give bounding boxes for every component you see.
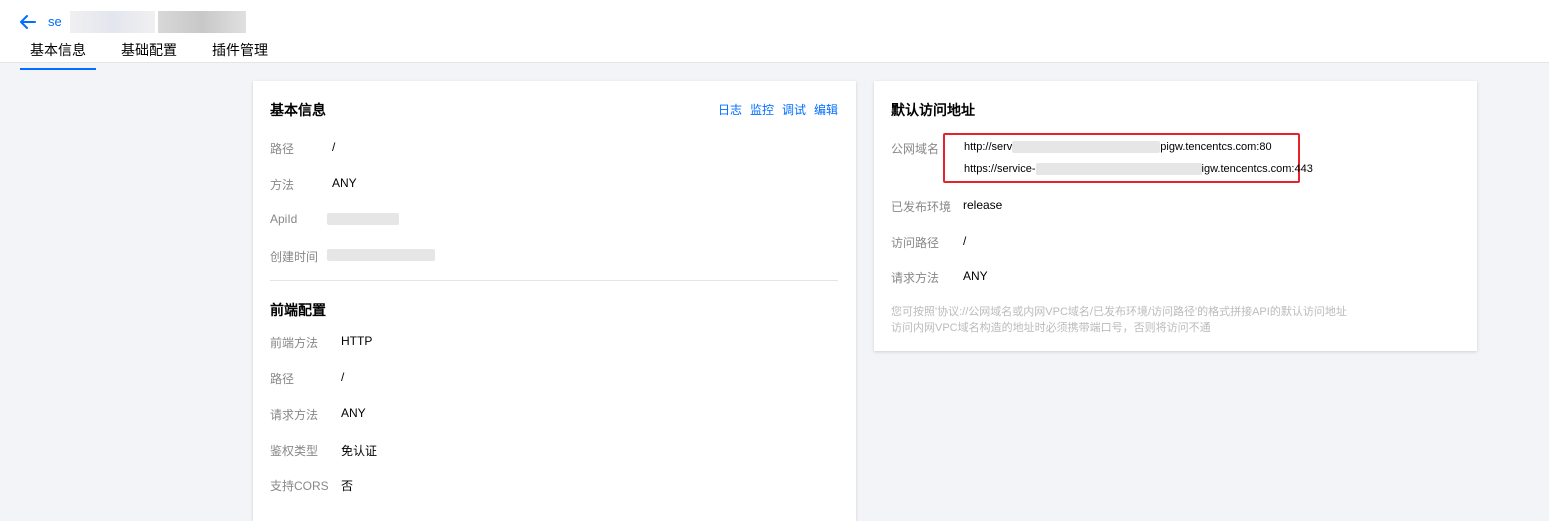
redacted-service-name [70, 11, 155, 33]
help-note-line1: 您可按照'协议://公网域名或内网VPC域名/已发布环境/访问路径'的格式拼接A… [891, 306, 1347, 318]
field-label: 已发布环境 [891, 200, 952, 214]
field-value: 否 [341, 479, 354, 493]
tab-bar: 基本信息 基础配置 插件管理 [20, 38, 293, 70]
tab-plugin-management[interactable]: 插件管理 [202, 38, 278, 70]
top-bar: se 基本信息 基础配置 插件管理 [0, 0, 1549, 70]
url-https-suffix: igw.tencentcs.com:443 [1201, 163, 1313, 175]
basic-info-actions: 日志 监控 调试 编辑 [710, 101, 838, 118]
field-method: 方法 ANY [270, 176, 357, 193]
field-cors: 支持CORS 否 [270, 477, 353, 494]
url-http-suffix: pigw.tencentcs.com:80 [1160, 141, 1272, 153]
field-request-method: 请求方法 ANY [891, 269, 988, 286]
field-value: ANY [332, 176, 357, 190]
field-published-env: 已发布环境 release [891, 198, 1002, 215]
field-value: / [332, 140, 336, 154]
field-label: 访问路径 [891, 236, 940, 250]
back-arrow-icon[interactable] [18, 12, 38, 32]
field-created-time: 创建时间 [270, 248, 435, 265]
field-label: ApiId [270, 212, 298, 226]
url-http-prefix: http://serv [964, 141, 1013, 153]
field-apiid: ApiId [270, 212, 399, 226]
field-frontend-method: 前端方法 HTTP [270, 334, 372, 351]
basic-info-card: 基本信息 日志 监控 调试 编辑 路径 / 方法 ANY ApiId 创建时间 … [253, 81, 856, 521]
default-access-card: 默认访问地址 公网域名 http://serv pigw.tencentcs.c… [874, 81, 1477, 351]
field-value: HTTP [341, 334, 373, 348]
field-value: release [963, 198, 1003, 212]
service-name[interactable]: se [48, 14, 62, 29]
field-value: / [963, 234, 967, 248]
field-frontend-path: 路径 / [270, 370, 344, 387]
field-value: ANY [963, 269, 988, 283]
tab-basic-info[interactable]: 基本信息 [20, 38, 96, 70]
field-label: 请求方法 [270, 408, 319, 422]
field-value: ANY [341, 406, 366, 420]
field-label: 方法 [270, 178, 295, 192]
field-value: 免认证 [341, 444, 378, 458]
monitor-link[interactable]: 监控 [750, 101, 774, 118]
field-label: 鉴权类型 [270, 444, 319, 458]
field-label: 前端方法 [270, 336, 319, 350]
debug-link[interactable]: 调试 [782, 101, 806, 118]
redacted-created-time [327, 249, 435, 261]
field-path: 路径 / [270, 140, 335, 157]
redacted-url-part [1012, 141, 1161, 153]
frontend-config-title: 前端配置 [270, 302, 326, 318]
redacted-apiid [327, 213, 399, 225]
redacted-url-part [1035, 163, 1202, 175]
url-https-prefix: https://service- [964, 163, 1036, 175]
log-link[interactable]: 日志 [718, 101, 742, 118]
field-label: 请求方法 [891, 271, 940, 285]
field-value: / [341, 370, 345, 384]
url-https[interactable]: https://service- igw.tencentcs.com:443 [964, 163, 1313, 175]
field-label: 路径 [270, 142, 295, 156]
tab-basic-config[interactable]: 基础配置 [111, 38, 187, 70]
help-note-line2: 访问内网VPC域名构造的地址时必须携带端口号，否则将访问不通 [891, 322, 1211, 334]
field-auth-type: 鉴权类型 免认证 [270, 442, 377, 459]
field-label: 创建时间 [270, 250, 319, 264]
field-label: 路径 [270, 372, 295, 386]
field-label: 支持CORS [270, 479, 329, 493]
edit-link[interactable]: 编辑 [814, 101, 838, 118]
basic-info-title: 基本信息 [270, 102, 326, 118]
field-access-path: 访问路径 / [891, 234, 966, 251]
divider [270, 280, 838, 281]
redacted-service-id [158, 11, 246, 33]
default-access-title: 默认访问地址 [891, 102, 975, 118]
url-http[interactable]: http://serv pigw.tencentcs.com:80 [964, 141, 1272, 153]
field-request-method: 请求方法 ANY [270, 406, 366, 423]
